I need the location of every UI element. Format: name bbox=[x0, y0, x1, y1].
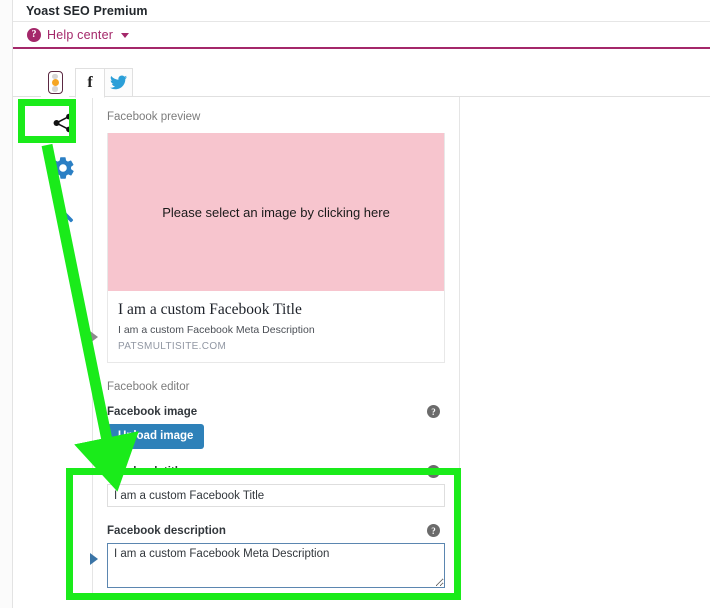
preview-text-block: I am a custom Facebook Title I am a cust… bbox=[108, 291, 444, 362]
tab-facebook[interactable]: f bbox=[75, 68, 105, 98]
facebook-image-label: Facebook image bbox=[107, 405, 198, 418]
preview-url: PATSMULTISITE.COM bbox=[118, 341, 227, 353]
preview-title: I am a custom Facebook Title bbox=[118, 301, 302, 318]
facebook-image-field-head: Facebook image ? bbox=[107, 405, 445, 419]
annotation-highlight-facebook-fields bbox=[66, 468, 461, 600]
traffic-light-dot-middle bbox=[51, 79, 59, 86]
preview-description: I am a custom Facebook Meta Description bbox=[118, 324, 315, 337]
facebook-f-icon: f bbox=[87, 74, 93, 91]
help-center-bar[interactable]: ? Help center bbox=[13, 22, 710, 49]
preview-image-placeholder-text: Please select an image by clicking here bbox=[162, 204, 390, 220]
tab-seo-score[interactable] bbox=[41, 68, 69, 97]
facebook-preview-label: Facebook preview bbox=[107, 111, 201, 123]
help-icon-facebook-image[interactable]: ? bbox=[427, 405, 440, 419]
help-center-label: Help center bbox=[47, 27, 114, 42]
page-title: Yoast SEO Premium bbox=[26, 3, 148, 18]
traffic-light-icon bbox=[47, 71, 63, 94]
social-tab-strip: f bbox=[13, 63, 710, 98]
facebook-image-field: Facebook image ? Upload image bbox=[93, 405, 459, 465]
annotation-highlight-share-tab bbox=[18, 99, 76, 143]
gear-icon bbox=[52, 156, 74, 179]
upload-image-button[interactable]: Upload image bbox=[107, 424, 205, 450]
facebook-preview-card[interactable]: Please select an image by clicking here … bbox=[107, 133, 445, 364]
twitter-bird-icon bbox=[109, 75, 127, 90]
tab-twitter[interactable] bbox=[103, 68, 133, 97]
facebook-editor-label: Facebook editor bbox=[107, 381, 190, 394]
chevron-down-icon[interactable] bbox=[121, 33, 130, 38]
preview-image-placeholder[interactable]: Please select an image by clicking here bbox=[108, 133, 444, 291]
metabox-header: Yoast SEO Premium bbox=[13, 0, 710, 22]
traffic-light-dot-bottom bbox=[52, 86, 58, 92]
rail-item-settings[interactable] bbox=[41, 145, 85, 190]
help-question-icon: ? bbox=[27, 27, 41, 42]
preview-collapse-triangle-icon[interactable] bbox=[90, 331, 98, 343]
rail-item-tools[interactable] bbox=[41, 190, 85, 235]
wrench-icon bbox=[54, 203, 74, 222]
